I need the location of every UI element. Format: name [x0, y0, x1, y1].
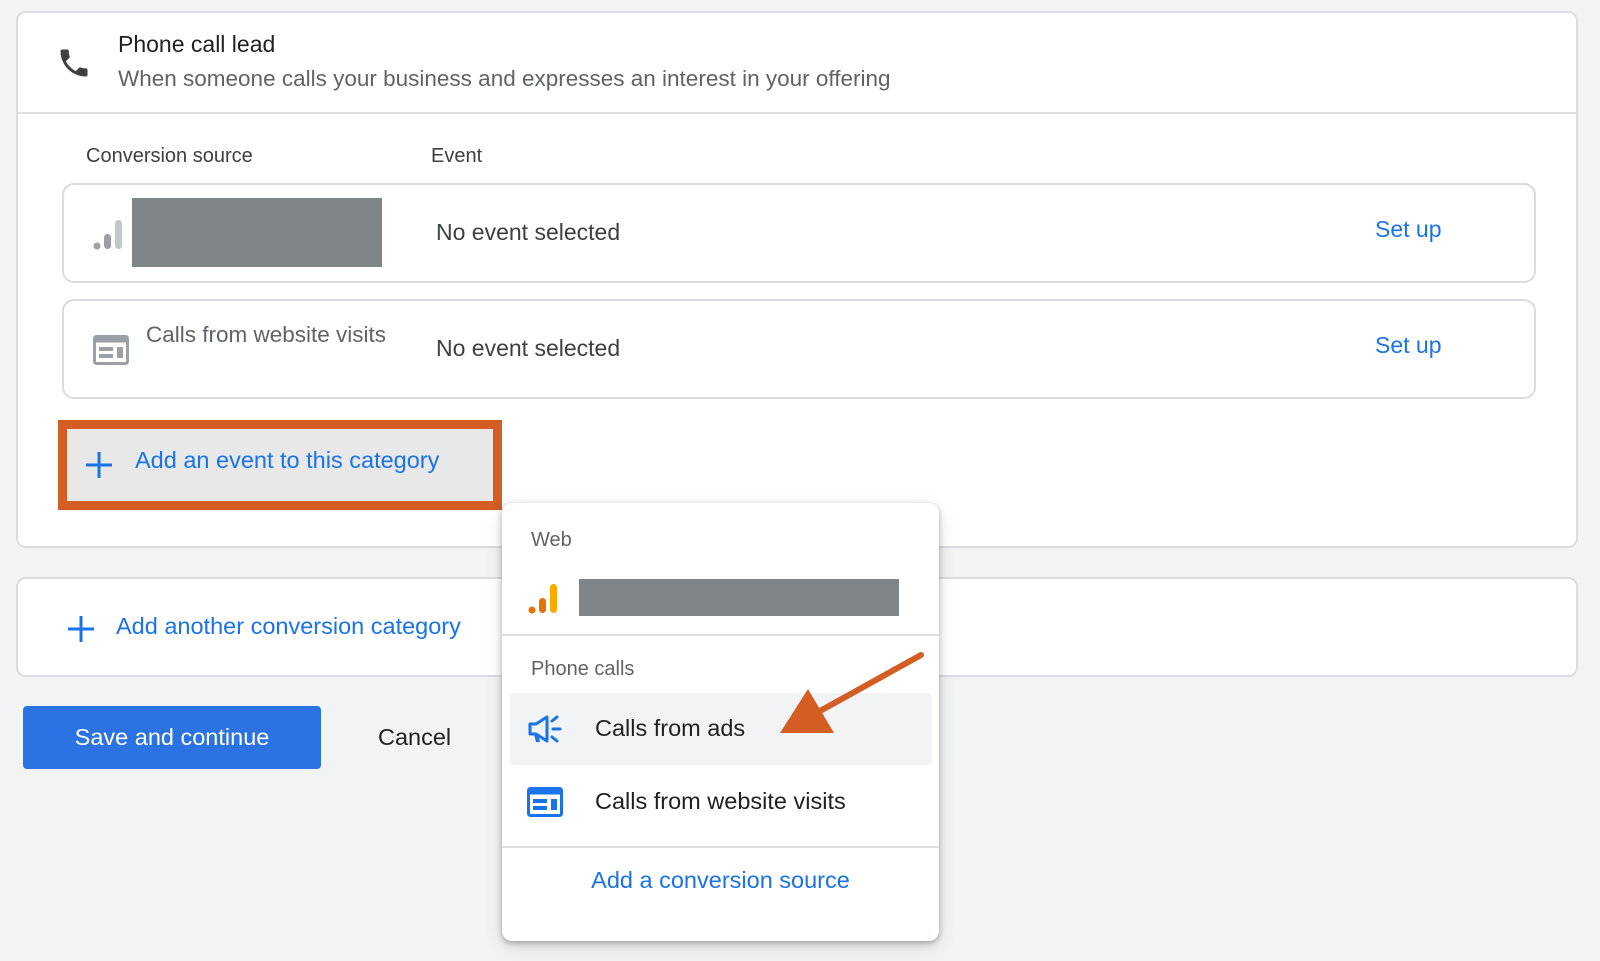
save-and-continue-button[interactable]: Save and continue — [23, 706, 321, 769]
analytics-bars-icon — [93, 220, 122, 250]
megaphone-icon — [528, 715, 562, 743]
phone-icon — [60, 49, 88, 77]
conversion-category-card: Phone call lead When someone calls your … — [16, 11, 1578, 548]
event-status: No event selected — [436, 335, 621, 361]
menu-item-calls-from-ads[interactable]: Calls from ads — [510, 693, 932, 765]
column-header-event: Event — [431, 145, 483, 167]
setup-link[interactable]: Set up — [1375, 216, 1442, 243]
conversion-source-row: No event selected Set up — [62, 183, 1536, 283]
add-event-button[interactable]: Add an event to this category — [58, 420, 502, 510]
column-header-source: Conversion source — [86, 145, 253, 167]
category-description: When someone calls your business and exp… — [118, 66, 891, 91]
menu-divider — [502, 846, 939, 848]
add-conversion-source-link[interactable]: Add a conversion source — [502, 867, 939, 894]
category-title: Phone call lead — [118, 31, 276, 57]
menu-divider — [502, 634, 939, 636]
setup-link[interactable]: Set up — [1375, 332, 1442, 359]
conversion-source-menu: Web Phone calls Calls from ads Calls fro… — [502, 503, 939, 941]
add-event-label: Add an event to this category — [135, 447, 440, 473]
redacted-source-name — [132, 198, 382, 267]
conversion-source-row: Calls from website visits No event selec… — [62, 299, 1536, 399]
event-status: No event selected — [436, 219, 621, 245]
website-icon — [527, 787, 563, 817]
menu-item-label: Calls from ads — [595, 715, 746, 741]
redacted-source-name — [579, 579, 899, 616]
menu-item-calls-from-website[interactable]: Calls from website visits — [510, 766, 932, 838]
website-icon — [93, 335, 129, 365]
menu-item-label: Calls from website visits — [595, 788, 846, 814]
plus-icon — [68, 616, 94, 642]
menu-item-web-source[interactable] — [510, 561, 932, 633]
source-label: Calls from website visits — [146, 322, 387, 347]
category-header: Phone call lead When someone calls your … — [18, 13, 1576, 114]
cancel-button[interactable]: Cancel — [378, 724, 451, 751]
menu-section-web: Web — [531, 529, 572, 551]
analytics-bars-icon — [528, 584, 557, 614]
add-category-label: Add another conversion category — [116, 613, 461, 639]
plus-icon — [86, 452, 112, 478]
menu-section-phone: Phone calls — [531, 658, 635, 680]
